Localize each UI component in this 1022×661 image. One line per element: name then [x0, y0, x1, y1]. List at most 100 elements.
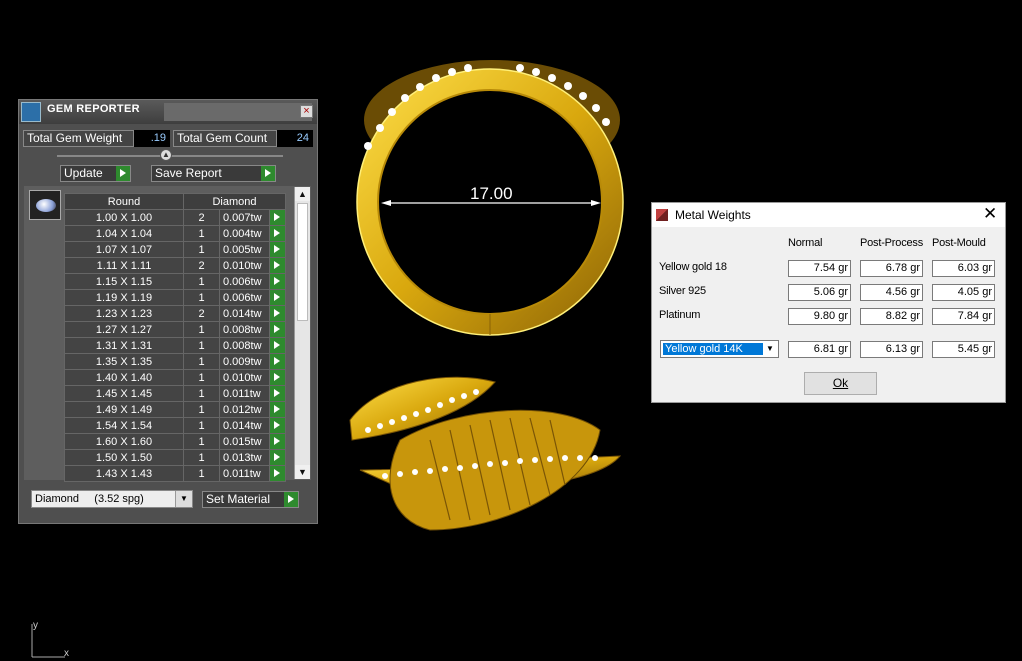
play-arrow-icon[interactable] — [269, 321, 286, 338]
table-row[interactable]: 1.43 X 1.43 1 0.011tw — [64, 465, 286, 482]
gem-reporter-titlebar[interactable]: GEM REPORTER × — [19, 100, 317, 124]
weight-value[interactable]: 5.06 gr — [788, 284, 851, 301]
chevron-down-icon[interactable]: ▼ — [175, 491, 192, 507]
header-post-mould: Post-Mould — [932, 237, 986, 249]
table-row[interactable]: 1.40 X 1.40 1 0.010tw — [64, 369, 286, 386]
play-arrow-icon[interactable] — [269, 369, 286, 386]
set-material-button[interactable]: Set Material — [202, 491, 299, 508]
play-arrow-icon — [261, 166, 275, 181]
play-arrow-icon — [284, 492, 298, 507]
weight-value[interactable]: 8.82 gr — [860, 308, 923, 325]
gem-size-cell: 1.45 X 1.45 — [64, 385, 184, 402]
play-arrow-icon[interactable] — [269, 449, 286, 466]
weight-value[interactable]: 9.80 gr — [788, 308, 851, 325]
play-arrow-icon[interactable] — [269, 209, 286, 226]
table-row[interactable]: 1.11 X 1.11 2 0.010tw — [64, 257, 286, 274]
play-arrow-icon[interactable] — [269, 385, 286, 402]
gem-weight-cell: 0.009tw — [219, 353, 270, 370]
weight-value[interactable]: 5.45 gr — [932, 341, 995, 358]
table-row[interactable]: 1.50 X 1.50 1 0.013tw — [64, 449, 286, 466]
gem-weight-cell: 0.010tw — [219, 257, 270, 274]
scrollbar-thumb[interactable] — [297, 203, 308, 321]
gem-list-scrollbar[interactable]: ▲ ▼ — [294, 187, 310, 479]
scroll-down-arrow-icon[interactable]: ▼ — [295, 465, 310, 479]
gem-reporter-app-icon — [21, 102, 41, 122]
weight-value[interactable]: 6.78 gr — [860, 260, 923, 277]
weight-value[interactable]: 6.13 gr — [860, 341, 923, 358]
table-row[interactable]: 1.00 X 1.00 2 0.007tw — [64, 209, 286, 226]
slider-knob-icon[interactable]: ▲ — [160, 149, 172, 161]
play-arrow-icon[interactable] — [269, 433, 286, 450]
gem-reporter-panel: GEM REPORTER × Total Gem Weight .19 Tota… — [18, 99, 318, 524]
table-row[interactable]: 1.15 X 1.15 1 0.006tw — [64, 273, 286, 290]
table-row[interactable]: 1.07 X 1.07 1 0.005tw — [64, 241, 286, 258]
gem-weight-cell: 0.014tw — [219, 305, 270, 322]
table-row[interactable]: 1.54 X 1.54 1 0.014tw — [64, 417, 286, 434]
play-arrow-icon[interactable] — [269, 273, 286, 290]
play-arrow-icon[interactable] — [269, 225, 286, 242]
weight-value[interactable]: 6.03 gr — [932, 260, 995, 277]
gem-weight-cell: 0.011tw — [219, 385, 270, 402]
ok-button-label: Ok — [832, 376, 849, 390]
table-row[interactable]: 1.49 X 1.49 1 0.012tw — [64, 401, 286, 418]
header-normal: Normal — [788, 237, 823, 249]
play-arrow-icon[interactable] — [269, 257, 286, 274]
table-row[interactable]: 1.60 X 1.60 1 0.015tw — [64, 433, 286, 450]
gem-weight-cell: 0.006tw — [219, 273, 270, 290]
gem-count-cell: 1 — [183, 273, 220, 290]
play-arrow-icon[interactable] — [269, 465, 286, 482]
close-icon[interactable]: × — [300, 105, 313, 118]
metal-weights-dialog: Metal Weights ✕ Normal Post-Process Post… — [651, 202, 1006, 403]
custom-metal-select-value: Yellow gold 14K — [663, 343, 763, 355]
weight-value[interactable]: 7.84 gr — [932, 308, 995, 325]
chevron-down-icon[interactable]: ▼ — [763, 342, 777, 356]
save-report-button[interactable]: Save Report — [151, 165, 276, 182]
scroll-up-arrow-icon[interactable]: ▲ — [295, 187, 310, 201]
metal-label-yellow-gold-18: Yellow gold 18 — [659, 261, 727, 273]
table-row[interactable]: 1.31 X 1.31 1 0.008tw — [64, 337, 286, 354]
metal-label-silver-925: Silver 925 — [659, 285, 706, 297]
play-arrow-icon[interactable] — [269, 401, 286, 418]
play-arrow-icon[interactable] — [269, 337, 286, 354]
gem-weight-cell: 0.010tw — [219, 369, 270, 386]
play-arrow-icon[interactable] — [269, 289, 286, 306]
metal-weights-titlebar[interactable]: Metal Weights ✕ — [652, 203, 1005, 227]
gem-count-cell: 1 — [183, 417, 220, 434]
play-arrow-icon[interactable] — [269, 241, 286, 258]
gem-size-cell: 1.27 X 1.27 — [64, 321, 184, 338]
gem-weight-cell: 0.012tw — [219, 401, 270, 418]
gem-list: Round Diamond 1.00 X 1.00 2 0.007tw 1.04 X … — [24, 186, 311, 482]
weight-value[interactable]: 6.81 gr — [788, 341, 851, 358]
save-report-button-label: Save Report — [155, 166, 222, 180]
weight-value[interactable]: 4.56 gr — [860, 284, 923, 301]
gem-size-cell: 1.15 X 1.15 — [64, 273, 184, 290]
table-row[interactable]: 1.35 X 1.35 1 0.009tw — [64, 353, 286, 370]
custom-metal-select[interactable]: Yellow gold 14K ▼ — [660, 340, 779, 358]
weight-value[interactable]: 4.05 gr — [932, 284, 995, 301]
feather-ring-model — [349, 376, 622, 531]
play-arrow-icon[interactable] — [269, 417, 286, 434]
gem-size-cell: 1.50 X 1.50 — [64, 449, 184, 466]
play-arrow-icon[interactable] — [269, 353, 286, 370]
gem-size-cell: 1.40 X 1.40 — [64, 369, 184, 386]
gem-size-cell: 1.00 X 1.00 — [64, 209, 184, 226]
gem-size-cell: 1.54 X 1.54 — [64, 417, 184, 434]
update-button[interactable]: Update — [60, 165, 131, 182]
weight-value[interactable]: 7.54 gr — [788, 260, 851, 277]
gem-count-cell: 1 — [183, 369, 220, 386]
material-select[interactable]: Diamond (3.52 spg) ▼ — [31, 490, 193, 508]
table-row[interactable]: 1.04 X 1.04 1 0.004tw — [64, 225, 286, 242]
table-row[interactable]: 1.19 X 1.19 1 0.006tw — [64, 289, 286, 306]
set-material-button-label: Set Material — [206, 492, 271, 506]
table-row[interactable]: 1.27 X 1.27 1 0.008tw — [64, 321, 286, 338]
table-row[interactable]: 1.45 X 1.45 1 0.011tw — [64, 385, 286, 402]
gem-weight-cell: 0.011tw — [219, 465, 270, 482]
ok-button[interactable]: Ok — [804, 372, 877, 395]
gem-count-cell: 2 — [183, 257, 220, 274]
close-icon[interactable]: ✕ — [983, 204, 997, 224]
titlebar-fill — [164, 103, 312, 121]
play-arrow-icon[interactable] — [269, 305, 286, 322]
round-diamond-icon[interactable] — [29, 190, 61, 220]
table-row[interactable]: 1.23 X 1.23 2 0.014tw — [64, 305, 286, 322]
gem-count-cell: 1 — [183, 337, 220, 354]
